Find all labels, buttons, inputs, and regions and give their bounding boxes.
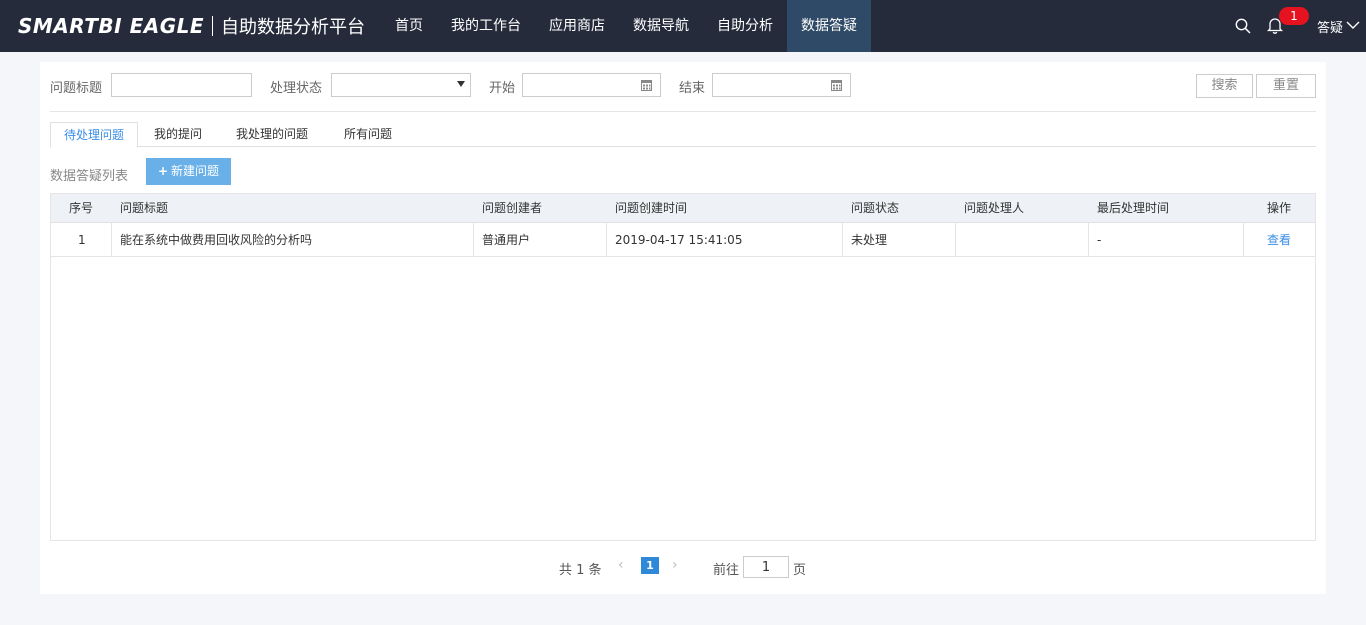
cell-divider bbox=[842, 223, 843, 257]
start-date-input[interactable] bbox=[522, 73, 661, 97]
tab-pending[interactable]: 待处理问题 bbox=[50, 122, 138, 148]
column-header: 问题标题 bbox=[120, 201, 169, 215]
nav-item-workspace[interactable]: 我的工作台 bbox=[437, 0, 535, 52]
end-date-input[interactable] bbox=[712, 73, 851, 97]
new-question-label: 新建问题 bbox=[171, 164, 220, 178]
reset-button[interactable]: 重置 bbox=[1256, 74, 1316, 98]
main-panel: 问题标题 处理状态 开始 结束 搜索 重置 待处理问题 我的提问 我处理的问题 … bbox=[40, 62, 1326, 594]
plus-icon: + bbox=[157, 164, 169, 178]
tab-handled-by-me[interactable]: 我处理的问题 bbox=[222, 122, 322, 147]
cell-divider bbox=[1088, 223, 1089, 257]
cell-divider bbox=[111, 223, 112, 257]
logo-separator bbox=[212, 16, 214, 36]
caret-down-icon bbox=[457, 81, 465, 87]
search-icon[interactable] bbox=[1235, 18, 1251, 34]
new-question-button[interactable]: + 新建问题 bbox=[146, 158, 231, 185]
filter-divider bbox=[50, 111, 1316, 112]
cell-created-time: 2019-04-17 15:41:05 bbox=[615, 233, 743, 247]
question-tabs: 待处理问题 我的提问 我处理的问题 所有问题 bbox=[50, 122, 1316, 148]
questions-table: 序号 问题标题 问题创建者 问题创建时间 问题状态 问题处理人 最后处理时间 操… bbox=[50, 193, 1316, 541]
status-filter-label: 处理状态 bbox=[270, 81, 323, 96]
status-filter-select[interactable] bbox=[331, 73, 471, 97]
top-bar: SMARTBI EAGLE 自助数据分析平台 首页 我的工作台 应用商店 数据导… bbox=[0, 0, 1366, 52]
column-header: 问题处理人 bbox=[964, 201, 1025, 215]
goto-label: 前往 bbox=[713, 563, 740, 578]
column-header: 序号 bbox=[69, 201, 94, 215]
list-title: 数据答疑列表 bbox=[50, 169, 129, 184]
goto-page-input[interactable] bbox=[743, 556, 789, 578]
cell-divider bbox=[473, 223, 474, 257]
column-header: 问题创建时间 bbox=[615, 201, 688, 215]
nav-item-home[interactable]: 首页 bbox=[381, 0, 437, 52]
platform-name: 自助数据分析平台 bbox=[221, 17, 366, 38]
logo-mark: SMARTBI EAGLE bbox=[18, 14, 205, 38]
table-header: 序号 问题标题 问题创建者 问题创建时间 问题状态 问题处理人 最后处理时间 操… bbox=[51, 194, 1315, 223]
cell-divider bbox=[955, 223, 956, 257]
cell-title: 能在系统中做费用回收风险的分析吗 bbox=[120, 233, 313, 247]
cell-index: 1 bbox=[78, 233, 86, 247]
column-header: 操作 bbox=[1267, 201, 1292, 215]
view-link[interactable]: 查看 bbox=[1267, 223, 1291, 257]
cell-creator: 普通用户 bbox=[482, 233, 531, 247]
title-filter-label: 问题标题 bbox=[50, 81, 103, 96]
end-date-label: 结束 bbox=[679, 81, 706, 96]
cell-divider bbox=[606, 223, 607, 257]
prev-page-icon[interactable]: ‹ bbox=[618, 557, 628, 573]
column-header: 最后处理时间 bbox=[1097, 201, 1170, 215]
page-unit-label: 页 bbox=[793, 563, 807, 578]
next-page-icon[interactable]: › bbox=[672, 557, 682, 573]
calendar-icon[interactable] bbox=[831, 79, 842, 91]
start-date-label: 开始 bbox=[489, 81, 516, 96]
table-row[interactable]: 1 能在系统中做费用回收风险的分析吗 普通用户 2019-04-17 15:41… bbox=[51, 223, 1315, 257]
nav-item-self-analysis[interactable]: 自助分析 bbox=[703, 0, 787, 52]
column-header: 问题状态 bbox=[851, 201, 900, 215]
tab-all-questions[interactable]: 所有问题 bbox=[328, 122, 408, 147]
chevron-down-icon[interactable] bbox=[1346, 20, 1360, 30]
nav-item-data-navigation[interactable]: 数据导航 bbox=[619, 0, 703, 52]
cell-divider bbox=[1243, 223, 1244, 257]
user-name[interactable]: 答疑 bbox=[1317, 17, 1343, 36]
notification-badge[interactable]: 1 bbox=[1279, 7, 1309, 25]
nav-item-data-qa[interactable]: 数据答疑 bbox=[787, 0, 871, 52]
title-filter-input[interactable] bbox=[111, 73, 252, 97]
search-button[interactable]: 搜索 bbox=[1196, 74, 1253, 98]
current-page[interactable]: 1 bbox=[641, 557, 659, 574]
calendar-icon[interactable] bbox=[641, 79, 652, 91]
pagination-total: 共 1 条 bbox=[559, 563, 602, 578]
column-header: 问题创建者 bbox=[482, 201, 543, 215]
main-nav: 首页 我的工作台 应用商店 数据导航 自助分析 数据答疑 bbox=[381, 0, 871, 52]
logo[interactable]: SMARTBI EAGLE 自助数据分析平台 bbox=[18, 12, 365, 40]
cell-status: 未处理 bbox=[851, 233, 888, 247]
cell-last-time: - bbox=[1097, 233, 1102, 247]
nav-item-app-store[interactable]: 应用商店 bbox=[535, 0, 619, 52]
tab-my-questions[interactable]: 我的提问 bbox=[141, 122, 215, 147]
